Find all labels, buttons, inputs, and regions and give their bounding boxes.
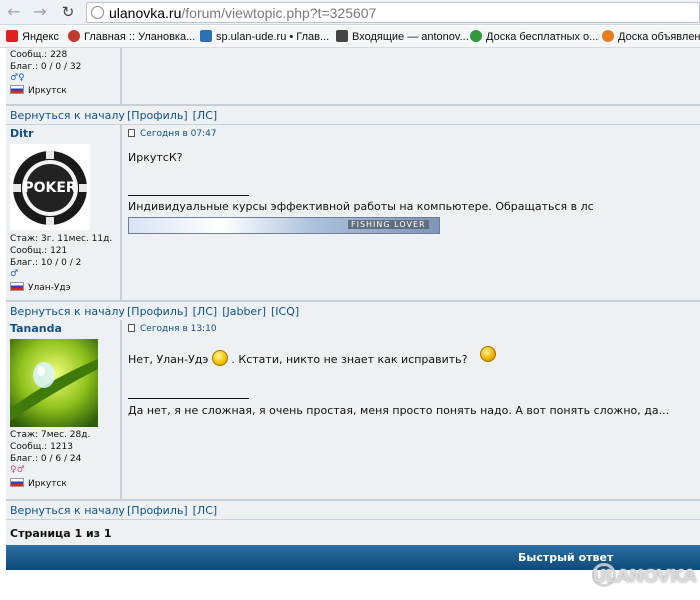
- post-tananda: Tananda Стаж: 7мес. 28д. Сообщ.: 1213 Бл…: [6, 320, 700, 519]
- post-footer: Вернуться к началу [Профиль] [ЛС] [Jabber]…: [6, 301, 700, 320]
- post-partial: Сообщ.: 228 Благ.: 0 / 0 / 32 ♂♀ Иркутск…: [6, 48, 700, 124]
- profile-link[interactable]: [Профиль]: [127, 504, 188, 517]
- avatar-poker-text: POKER: [23, 180, 77, 196]
- post-time[interactable]: Сегодня в 13:10: [140, 324, 217, 334]
- board-ads-icon: [602, 30, 614, 42]
- pm-link[interactable]: [ЛС]: [193, 504, 218, 517]
- message-column: [122, 48, 700, 104]
- post-text: Нет, Улан-Удэ . Кстати, никто не знает к…: [128, 350, 468, 366]
- post-footer: Вернуться к началу [Профиль] [ЛС]: [6, 105, 700, 124]
- message-column: Сегодня в 07:47 ИркутсК? Индивидуальные …: [122, 125, 700, 300]
- pagination: Страница 1 из 1: [6, 519, 700, 545]
- bookmark-inbox[interactable]: Входящие — antonov...: [336, 30, 469, 43]
- post-time[interactable]: Сегодня в 07:47: [140, 129, 217, 139]
- author-name[interactable]: Tananda: [10, 322, 62, 335]
- reputation: Благ.: 0 / 0 / 32: [10, 62, 82, 72]
- profile-link[interactable]: [Профиль]: [127, 109, 188, 122]
- bookmark-board-free[interactable]: Доска бесплатных о...: [470, 30, 598, 43]
- reputation: Благ.: 0 / 6 / 24: [10, 454, 82, 464]
- bookmark-board-ads[interactable]: Доска объявлени...: [602, 30, 700, 43]
- message-column: Сегодня в 13:10 Нет, Улан-Удэ . Кстати, …: [122, 320, 700, 499]
- page-indicator: Страница 1 из 1: [10, 527, 112, 540]
- profile-column: Tananda Стаж: 7мес. 28д. Сообщ.: 1213 Бл…: [6, 320, 121, 499]
- author-name[interactable]: Ditr: [10, 127, 34, 140]
- pm-link[interactable]: [ЛС]: [193, 109, 218, 122]
- post-text: ИркутсК?: [128, 151, 183, 164]
- signature-text: Индивидуальные курсы эффективной работы …: [128, 200, 594, 213]
- avatar: POKER: [10, 144, 90, 230]
- bookmarks-bar: Яндекс Главная :: Улановка... sp.ulan-ud…: [0, 26, 700, 48]
- post-footer: Вернуться к началу [Профиль] [ЛС]: [6, 500, 700, 519]
- profile-column: Ditr POKER Стаж: 3г. 11мес. 11д. Сообщ.:…: [6, 125, 121, 300]
- forward-arrow-icon[interactable]: →: [30, 3, 50, 21]
- post-doc-icon: [128, 129, 135, 137]
- bookmark-yandex[interactable]: Яндекс: [6, 30, 59, 43]
- location: Улан-Удэ: [10, 282, 71, 293]
- post-count: Сообщ.: 1213: [10, 442, 73, 452]
- profile-column: Сообщ.: 228 Благ.: 0 / 0 / 32 ♂♀ Иркутск: [6, 48, 121, 104]
- watermark: ULANOVKA: [592, 566, 697, 587]
- browser-toolbar: ← → ↻ ulanovka.ru/forum/viewtopic.php?t=…: [0, 0, 700, 25]
- yandex-icon: [6, 30, 18, 42]
- back-arrow-icon[interactable]: ←: [4, 3, 24, 21]
- back-to-top-link[interactable]: Вернуться к началу: [10, 109, 125, 122]
- gender-icon: ♂♀: [10, 73, 25, 83]
- signature-banner[interactable]: FISHING LOVER: [128, 217, 440, 234]
- site-icon: [200, 30, 212, 42]
- flag-russia-icon: [10, 85, 24, 94]
- post-links: [Профиль] [ЛС]: [127, 109, 222, 122]
- gender-female-icon: ♀♂: [10, 465, 25, 475]
- flag-russia-icon: [10, 282, 24, 291]
- board-icon: [470, 30, 482, 42]
- back-to-top-link[interactable]: Вернуться к началу: [10, 504, 125, 517]
- reputation: Благ.: 10 / 0 / 2: [10, 258, 82, 268]
- post-header: Сегодня в 13:10: [128, 324, 217, 334]
- bookmark-sp-ulan-ude[interactable]: sp.ulan-ude.ru • Глав...: [200, 30, 329, 43]
- globe-icon: [91, 6, 104, 19]
- signature-text: Да нет, я не сложная, я очень простая, м…: [128, 404, 670, 417]
- banner-label: FISHING LOVER: [348, 220, 429, 229]
- address-text[interactable]: ulanovka.ru/forum/viewtopic.php?t=325607: [109, 5, 376, 21]
- experience: Стаж: 3г. 11мес. 11д.: [10, 234, 113, 244]
- post-links: [Профиль] [ЛС] [Jabber] [ICQ]: [127, 305, 304, 318]
- icq-link[interactable]: [ICQ]: [271, 305, 299, 318]
- signature-divider: [128, 195, 249, 196]
- confused-emoticon-icon: [480, 346, 496, 362]
- smile-emoticon-icon: [211, 350, 228, 366]
- post-count: Сообщ.: 228: [10, 50, 68, 60]
- post-ditr: Ditr POKER Стаж: 3г. 11мес. 11д. Сообщ.:…: [6, 125, 700, 320]
- mail-icon: [336, 30, 348, 42]
- experience: Стаж: 7мес. 28д.: [10, 430, 91, 440]
- address-bar[interactable]: ulanovka.ru/forum/viewtopic.php?t=325607: [86, 2, 700, 23]
- avatar: [10, 339, 98, 427]
- post-header: Сегодня в 07:47: [128, 129, 217, 139]
- bookmark-ulanovka[interactable]: Главная :: Улановка...: [68, 30, 195, 43]
- jabber-link[interactable]: [Jabber]: [222, 305, 266, 318]
- post-count: Сообщ.: 121: [10, 246, 68, 256]
- back-to-top-link[interactable]: Вернуться к началу: [10, 305, 125, 318]
- profile-link[interactable]: [Профиль]: [127, 305, 188, 318]
- flag-russia-icon: [10, 478, 24, 487]
- ulanovka-icon: [68, 30, 80, 42]
- post-doc-icon: [128, 324, 135, 332]
- pm-link[interactable]: [ЛС]: [193, 305, 218, 318]
- reload-icon[interactable]: ↻: [58, 3, 78, 21]
- post-links: [Профиль] [ЛС]: [127, 504, 222, 517]
- forum-topic: Сообщ.: 228 Благ.: 0 / 0 / 32 ♂♀ Иркутск…: [6, 48, 700, 570]
- location: Иркутск: [10, 478, 67, 489]
- quick-reply-button[interactable]: Быстрый ответ: [518, 551, 613, 564]
- gender-male-icon: ♂: [10, 269, 19, 279]
- signature-divider: [128, 398, 249, 399]
- location: Иркутск: [10, 85, 67, 96]
